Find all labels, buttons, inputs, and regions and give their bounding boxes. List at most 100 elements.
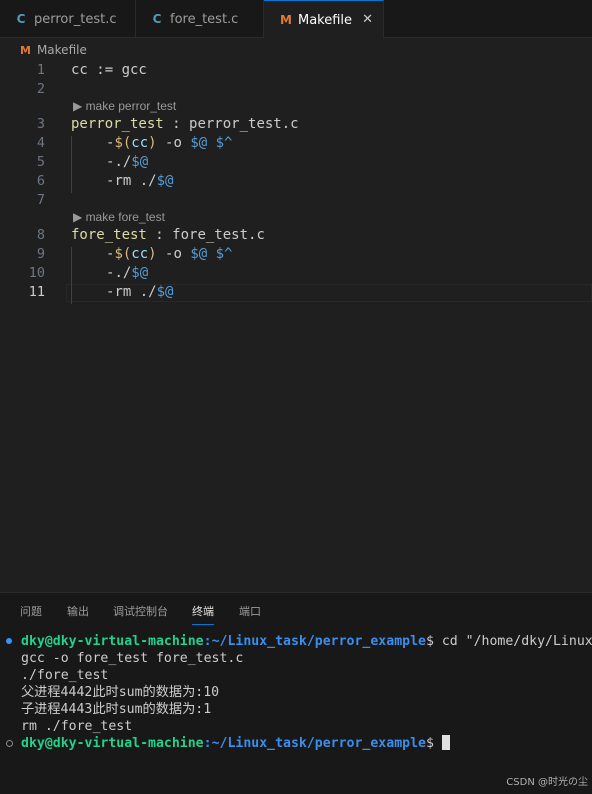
terminal-cursor bbox=[441, 735, 450, 750]
line-content: -./$@ bbox=[106, 153, 148, 172]
bottom-panel: 问题 输出 调试控制台 终端 端口 dky@dky-virtual-machin… bbox=[0, 592, 592, 794]
code-line: 9 -$(cc) -o $@ $^ bbox=[0, 245, 592, 264]
code-line: 7 bbox=[0, 191, 592, 210]
terminal-command: cd "/home/dky/Linux bbox=[441, 634, 592, 649]
prompt-user: dky@dky-virtual-machine bbox=[21, 634, 204, 649]
prompt-colon: : bbox=[203, 634, 212, 649]
terminal-output-line: rm ./fore_test bbox=[21, 719, 133, 734]
var-open: $( bbox=[114, 135, 132, 151]
tab-debug-console[interactable]: 调试控制台 bbox=[113, 603, 168, 619]
close-icon[interactable]: ✕ bbox=[362, 12, 373, 27]
panel-tabs: 问题 输出 调试控制台 终端 端口 bbox=[0, 593, 592, 627]
code-line: 4 -$(cc) -o $@ $^ bbox=[0, 134, 592, 153]
make-target: perror_test bbox=[71, 116, 164, 132]
tab-problems[interactable]: 问题 bbox=[20, 603, 42, 619]
command-option: -o bbox=[156, 246, 191, 262]
line-number: 9 bbox=[36, 246, 45, 262]
rule-separator: : bbox=[163, 116, 190, 132]
make-dependency: perror_test.c bbox=[189, 116, 299, 132]
prompt-path: ~/Linux_task/perror_example bbox=[211, 736, 426, 751]
tab-makefile[interactable]: M Makefile ✕ bbox=[264, 0, 384, 39]
tab-label: Makefile bbox=[298, 12, 353, 28]
line-number: 4 bbox=[36, 135, 45, 151]
line-content: perror_test : perror_test.c bbox=[71, 115, 299, 134]
prompt-user: dky@dky-virtual-machine bbox=[21, 736, 204, 751]
line-content: -$(cc) -o $@ $^ bbox=[106, 245, 232, 264]
code-line: 8 fore_test : fore_test.c bbox=[0, 226, 592, 245]
command-text: rm ./ bbox=[114, 173, 157, 189]
editor-tab-bar: C perror_test.c C fore_test.c M Makefile… bbox=[0, 0, 592, 39]
terminal-output-line: 父进程4442此时sum的数据为:10 bbox=[21, 685, 220, 700]
automatic-variable: $^ bbox=[215, 246, 233, 262]
var-close: ) bbox=[148, 246, 157, 262]
prompt-end: $ bbox=[425, 634, 442, 649]
makefile-icon: M bbox=[20, 43, 31, 57]
code-editor[interactable]: 1 cc := gcc 2 ▶ make perror_test 3 perro… bbox=[0, 60, 592, 592]
breadcrumb-label: Makefile bbox=[36, 43, 87, 57]
terminal-prompt-line: dky@dky-virtual-machine:~/Linux_task/per… bbox=[21, 735, 450, 752]
tab-label: perror_test.c bbox=[34, 11, 117, 27]
line-number: 11 bbox=[28, 284, 45, 300]
watermark: CSDN @时光の尘 bbox=[506, 777, 588, 788]
code-line: 6 -rm ./$@ bbox=[0, 172, 592, 191]
automatic-variable: $@ bbox=[131, 154, 149, 170]
line-content: fore_test : fore_test.c bbox=[71, 226, 265, 245]
codelens-make-perror-test[interactable]: ▶ make perror_test bbox=[73, 98, 176, 114]
automatic-variable: $^ bbox=[215, 135, 233, 151]
command-text: ./ bbox=[114, 265, 132, 281]
terminal-output-line: ./fore_test bbox=[21, 668, 109, 683]
code-line: 11 -rm ./$@ bbox=[0, 283, 592, 302]
codelens-make-fore-test[interactable]: ▶ make fore_test bbox=[73, 209, 165, 225]
breadcrumb[interactable]: M Makefile bbox=[20, 40, 87, 60]
line-number: 7 bbox=[36, 192, 45, 208]
tab-ports[interactable]: 端口 bbox=[239, 603, 261, 619]
command-text: ./ bbox=[114, 154, 132, 170]
line-content: -rm ./$@ bbox=[106, 283, 173, 302]
code-line: 2 bbox=[0, 80, 592, 99]
line-number: 2 bbox=[36, 81, 45, 97]
automatic-variable: $@ bbox=[131, 265, 149, 281]
tab-fore-test-c[interactable]: C fore_test.c bbox=[136, 0, 264, 38]
makefile-icon: M bbox=[280, 13, 292, 27]
line-content: cc := gcc bbox=[71, 62, 147, 78]
make-dependency: fore_test.c bbox=[172, 227, 265, 243]
terminal-output-line: 子进程4443此时sum的数据为:1 bbox=[21, 702, 212, 717]
command-text: rm ./ bbox=[114, 284, 157, 300]
line-number: 1 bbox=[36, 62, 45, 78]
line-number: 10 bbox=[28, 265, 45, 281]
tab-label: fore_test.c bbox=[170, 11, 239, 27]
automatic-variable: $@ bbox=[156, 173, 174, 189]
automatic-variable: $@ bbox=[156, 284, 174, 300]
make-target: fore_test bbox=[71, 227, 147, 243]
command-option: -o bbox=[156, 135, 191, 151]
automatic-variable: $@ bbox=[190, 135, 208, 151]
line-number: 6 bbox=[36, 173, 45, 189]
variable-name: cc bbox=[131, 246, 149, 262]
code-line: 5 -./$@ bbox=[0, 153, 592, 172]
rule-separator: : bbox=[146, 227, 173, 243]
automatic-variable: $@ bbox=[190, 246, 208, 262]
terminal-output-line: gcc -o fore_test fore_test.c bbox=[21, 651, 244, 666]
c-file-icon: C bbox=[152, 12, 162, 26]
command-pending-dot-icon[interactable] bbox=[6, 740, 13, 747]
line-content: -./$@ bbox=[106, 264, 148, 283]
tab-output[interactable]: 输出 bbox=[67, 603, 89, 619]
code-line: 3 perror_test : perror_test.c bbox=[0, 115, 592, 134]
code-line: 10 -./$@ bbox=[0, 264, 592, 283]
line-content: -$(cc) -o $@ $^ bbox=[106, 134, 232, 153]
var-close: ) bbox=[148, 135, 157, 151]
command-success-dot-icon[interactable] bbox=[6, 638, 12, 644]
line-number: 8 bbox=[36, 227, 45, 243]
variable-name: cc bbox=[131, 135, 149, 151]
tab-perror-test-c[interactable]: C perror_test.c bbox=[0, 0, 136, 38]
line-number: 3 bbox=[36, 116, 45, 132]
line-number: 5 bbox=[36, 154, 45, 170]
prompt-end: $ bbox=[425, 736, 442, 751]
tab-terminal[interactable]: 终端 bbox=[192, 603, 214, 625]
code-line: 1 cc := gcc bbox=[0, 61, 592, 80]
terminal-prompt-line: dky@dky-virtual-machine:~/Linux_task/per… bbox=[21, 633, 592, 650]
line-content: -rm ./$@ bbox=[106, 172, 173, 191]
prompt-path: ~/Linux_task/perror_example bbox=[211, 634, 426, 649]
